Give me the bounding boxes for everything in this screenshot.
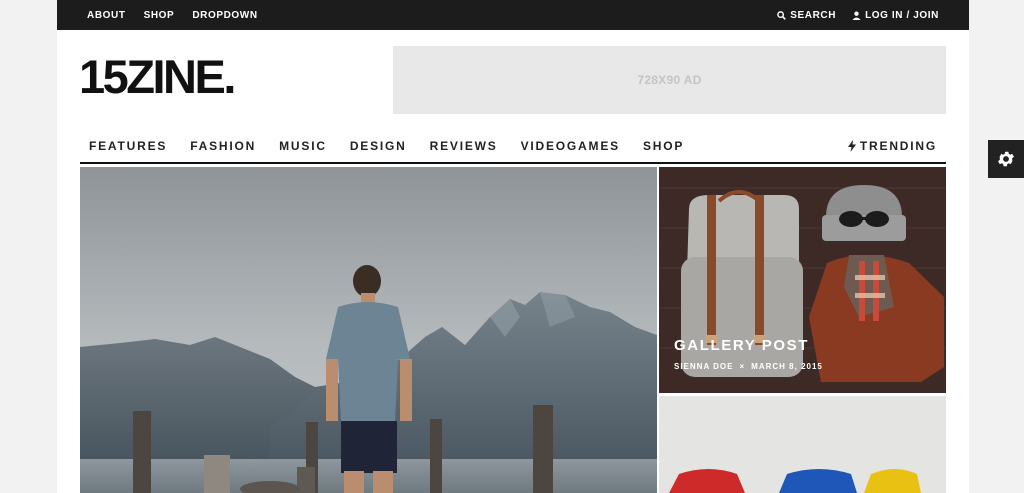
login-label: LOG IN / JOIN [865, 9, 939, 21]
gallery-post-caption: GALLERY POST SIENNA DOE × MARCH 8, 2015 [674, 337, 823, 371]
user-icon [852, 11, 861, 20]
nav-item-fashion[interactable]: FASHION [190, 139, 256, 153]
nav-item-shop[interactable]: SHOP [643, 139, 684, 153]
chairs-post-photo [659, 396, 946, 493]
nav-item-design[interactable]: DESIGN [350, 139, 407, 153]
bolt-icon [847, 140, 856, 152]
nav-item-videogames[interactable]: VIDEOGAMES [521, 139, 620, 153]
trending-button[interactable]: TRENDING [847, 130, 937, 162]
hero-photo [80, 167, 657, 493]
page-container: 15ZINE. 728X90 AD FEATURES FASHION MUSIC… [57, 30, 969, 493]
main-nav: FEATURES FASHION MUSIC DESIGN REVIEWS VI… [80, 130, 946, 164]
nav-item-features[interactable]: FEATURES [89, 139, 167, 153]
meta-separator: × [739, 362, 746, 371]
settings-button[interactable] [988, 140, 1024, 178]
search-button[interactable]: SEARCH [777, 10, 836, 21]
post-author[interactable]: SIENNA DOE [674, 362, 734, 371]
top-link-about[interactable]: ABOUT [87, 10, 126, 21]
search-icon [777, 10, 787, 20]
post-date: MARCH 8, 2015 [751, 362, 823, 371]
nav-item-reviews[interactable]: REVIEWS [430, 139, 498, 153]
top-link-dropdown[interactable]: DROPDOWN [192, 10, 257, 21]
login-button[interactable]: LOG IN / JOIN [852, 10, 939, 21]
gallery-post-card[interactable]: GALLERY POST SIENNA DOE × MARCH 8, 2015 [659, 167, 946, 393]
top-actions: SEARCH LOG IN / JOIN [777, 0, 939, 30]
chairs-post-card[interactable] [659, 396, 946, 493]
hero-post-image[interactable] [80, 167, 657, 493]
site-logo[interactable]: 15ZINE. [79, 51, 236, 103]
top-link-shop[interactable]: SHOP [144, 10, 175, 21]
gallery-post-title[interactable]: GALLERY POST [674, 337, 823, 354]
gallery-post-meta: SIENNA DOE × MARCH 8, 2015 [674, 362, 823, 371]
top-links: ABOUT SHOP DROPDOWN [87, 0, 258, 30]
ad-banner[interactable]: 728X90 AD [393, 46, 946, 114]
trending-label: TRENDING [859, 139, 937, 153]
top-bar: ABOUT SHOP DROPDOWN SEARCH LOG IN / JOIN [57, 0, 969, 30]
gear-icon [998, 151, 1014, 167]
search-label: SEARCH [790, 9, 837, 21]
nav-item-music[interactable]: MUSIC [279, 139, 327, 153]
